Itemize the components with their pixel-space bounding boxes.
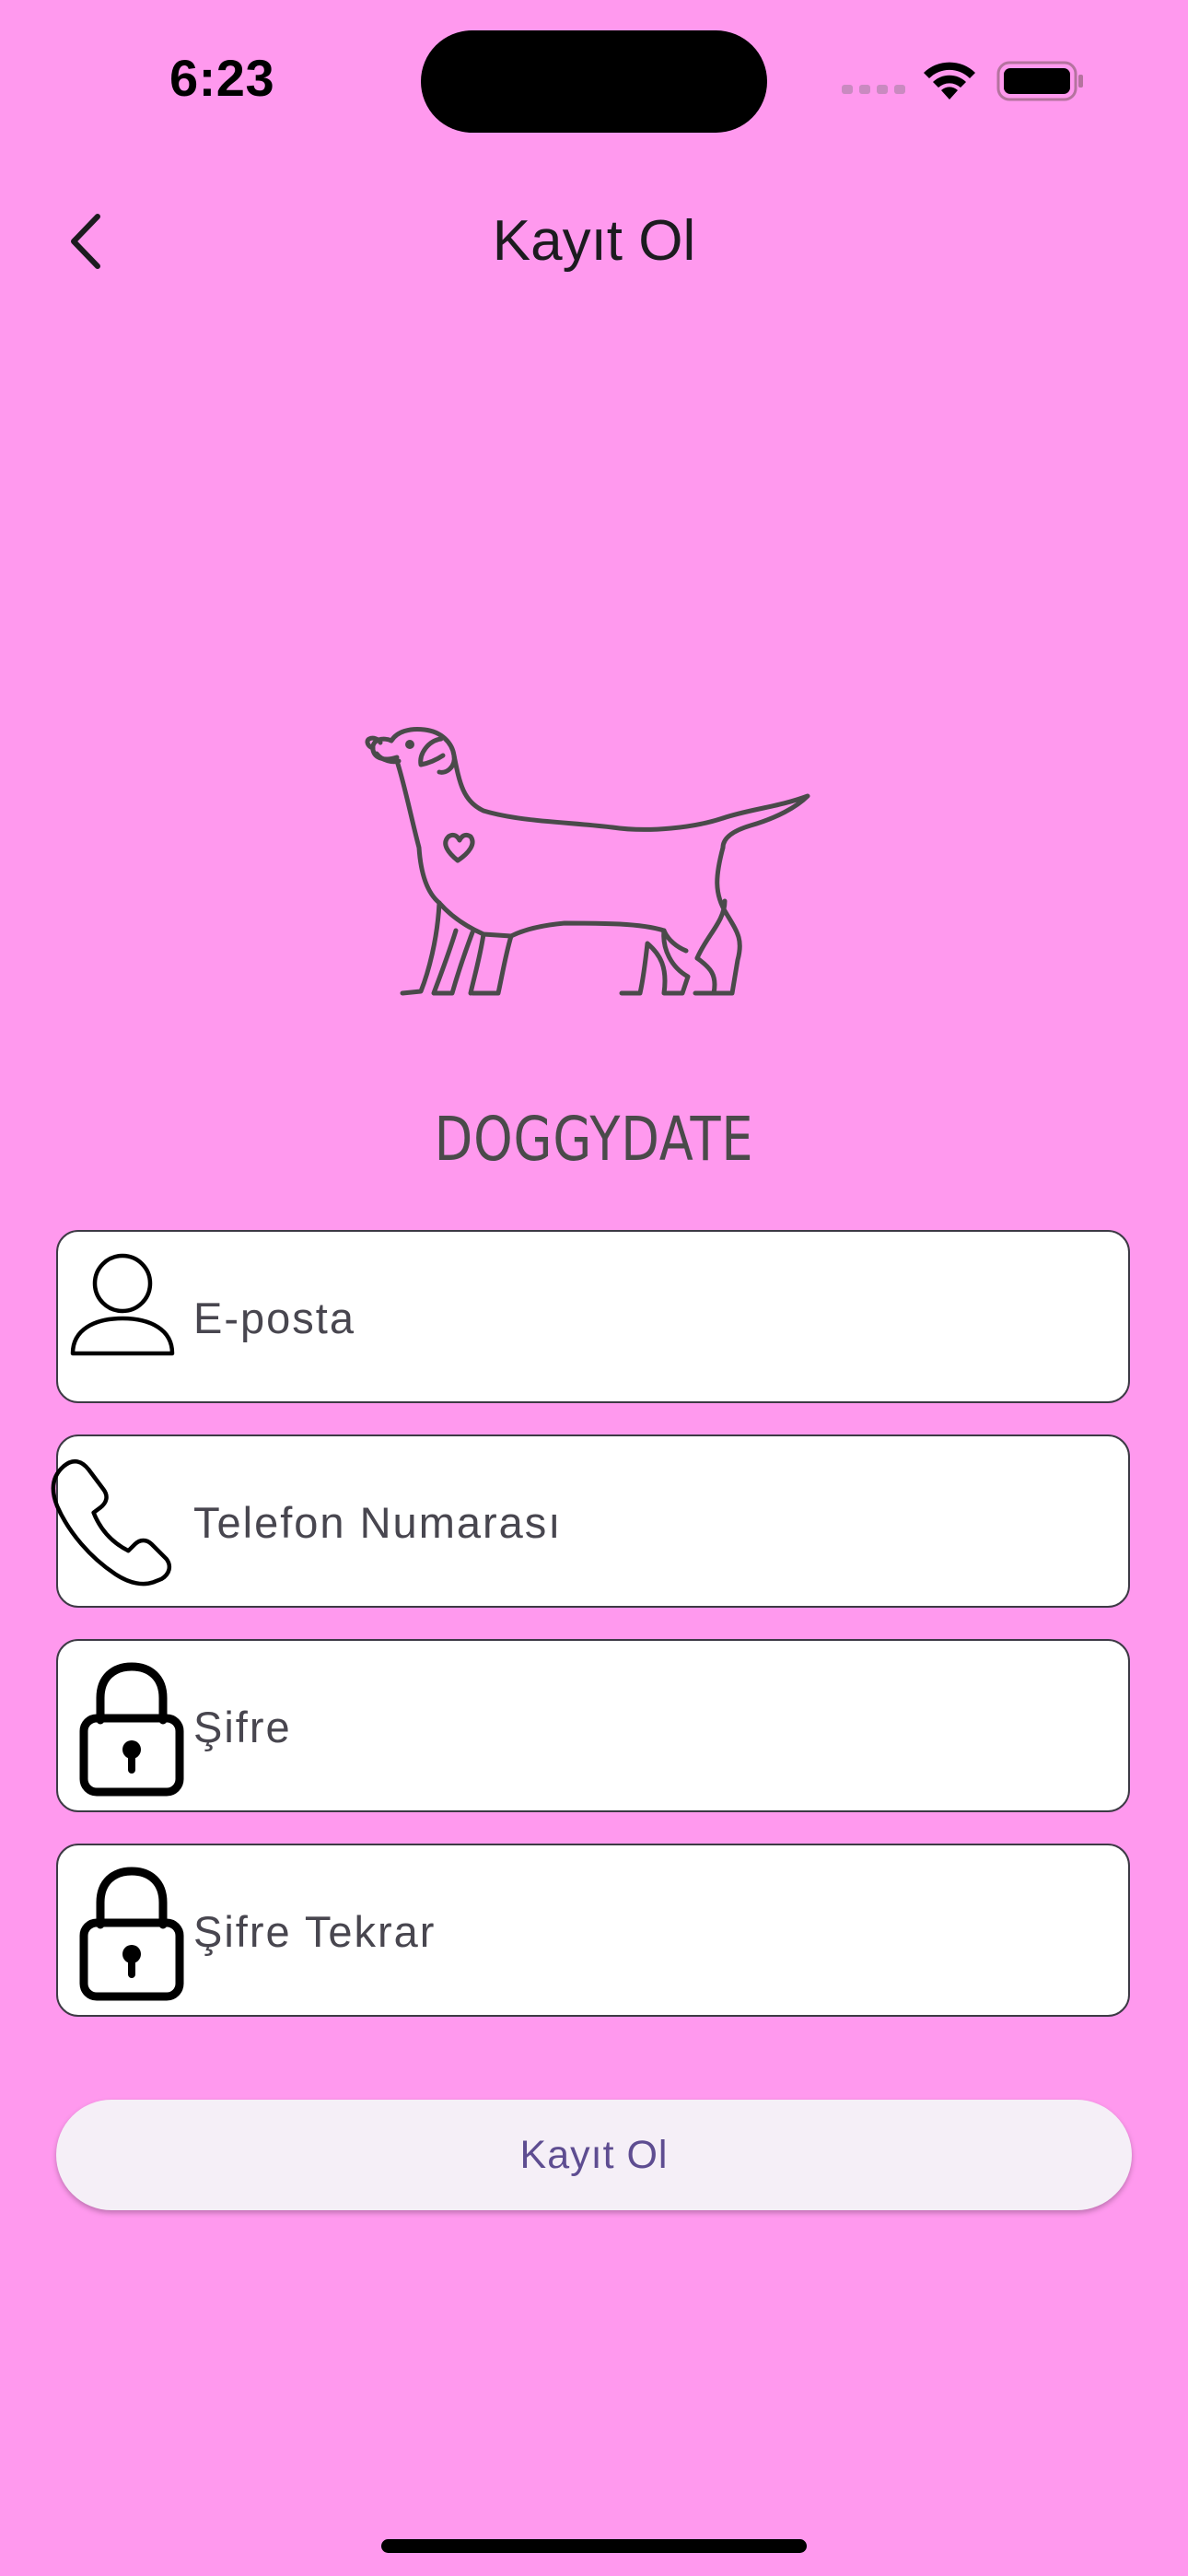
- password-confirm-input[interactable]: [192, 1845, 1101, 2017]
- user-icon: [70, 1253, 175, 1356]
- dog-heart-icon: [365, 727, 810, 996]
- phone-field[interactable]: [51, 1434, 1130, 1608]
- password-confirm-field[interactable]: [56, 1844, 1130, 2017]
- lock-icon: [79, 1867, 184, 2001]
- wifi-icon: [924, 62, 975, 100]
- status-time: 6:23: [169, 49, 275, 107]
- email-input[interactable]: [192, 1232, 1101, 1403]
- email-field[interactable]: [56, 1230, 1130, 1403]
- password-field[interactable]: [56, 1639, 1130, 1812]
- register-button[interactable]: Kayıt Ol: [56, 2100, 1132, 2210]
- dynamic-island: [421, 30, 767, 133]
- brand-name: DOGGYDATE: [434, 1104, 754, 1175]
- lock-icon: [79, 1662, 184, 1797]
- cellular-signal-icon: [842, 85, 905, 94]
- password-input[interactable]: [192, 1641, 1101, 1812]
- home-indicator[interactable]: [381, 2539, 807, 2553]
- phone-input[interactable]: [192, 1436, 1101, 1608]
- page-title: Kayıt Ol: [492, 209, 696, 273]
- battery-icon: [996, 61, 1083, 101]
- phone-icon: [51, 1458, 172, 1587]
